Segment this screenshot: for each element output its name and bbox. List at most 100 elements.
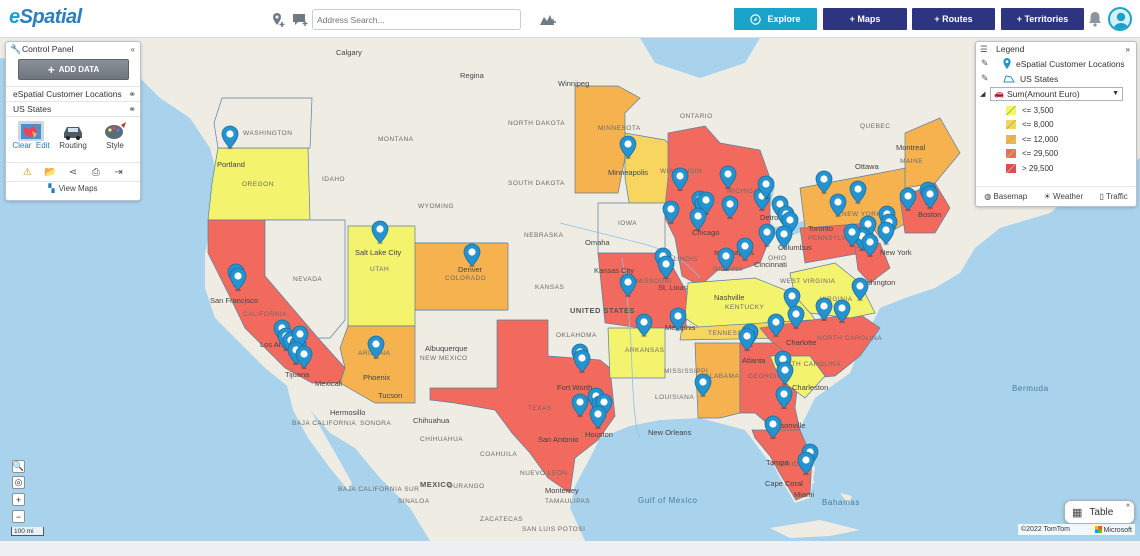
scale-bar: 100 mi: [11, 527, 44, 536]
customer-location-pin[interactable]: [829, 193, 847, 218]
customer-location-pin[interactable]: [797, 451, 815, 476]
customer-location-pin[interactable]: [221, 125, 239, 150]
basemap-button[interactable]: ◍ Basemap: [984, 192, 1027, 201]
address-search-input[interactable]: [312, 9, 521, 30]
customer-location-pin[interactable]: [861, 233, 879, 258]
clear-edit-tool[interactable]: Clear Edit: [11, 121, 51, 156]
map-canvas[interactable]: UNITED STATES MEXICO WASHINGTON OREGON I…: [0, 38, 1140, 541]
customer-location-pin[interactable]: [921, 185, 939, 210]
customer-location-pins: [221, 125, 939, 476]
link-icon[interactable]: ⚭: [128, 104, 136, 115]
footer-strip: [0, 541, 1140, 556]
customer-location-pin[interactable]: [721, 195, 739, 220]
customer-location-pin[interactable]: [815, 170, 833, 195]
microsoft-logo-icon: [1094, 525, 1102, 533]
customer-location-pin[interactable]: [571, 393, 589, 418]
customer-location-pin[interactable]: [736, 237, 754, 262]
customer-location-pin[interactable]: [463, 243, 481, 268]
add-maps-button[interactable]: + Maps: [823, 8, 907, 30]
legend-layer-us-states[interactable]: ✎ US States: [976, 71, 1136, 86]
customer-location-pin[interactable]: [589, 405, 607, 430]
layer-us-states[interactable]: US States ⚭: [6, 101, 140, 116]
legend-class-3: <= 12,000: [976, 132, 1136, 147]
comment-icon[interactable]: [289, 9, 310, 30]
customer-location-pin[interactable]: [689, 207, 707, 232]
list-icon: ☰: [980, 43, 988, 54]
customer-location-pin[interactable]: [849, 180, 867, 205]
warning-icon[interactable]: ⚠: [21, 167, 33, 178]
customer-location-pin[interactable]: [662, 200, 680, 225]
customer-location-pin[interactable]: [775, 225, 793, 250]
edit-link[interactable]: Edit: [36, 141, 50, 150]
customer-location-pin[interactable]: [738, 327, 756, 352]
customer-location-pin[interactable]: [669, 307, 687, 332]
customer-location-pin[interactable]: [877, 221, 895, 246]
collapse-icon[interactable]: «: [131, 45, 135, 54]
weather-button[interactable]: ☀ Weather: [1044, 192, 1084, 201]
customer-location-pin[interactable]: [573, 349, 591, 374]
car-icon: [64, 127, 82, 140]
customer-location-pin[interactable]: [367, 335, 385, 360]
customer-location-pin[interactable]: [851, 277, 869, 302]
customer-location-pin[interactable]: [671, 167, 689, 192]
legend-measure-row: ◢ 🚗 Sum(Amount Euro) ▼: [976, 86, 1136, 101]
espatial-logo[interactable]: eSpatial: [9, 6, 82, 29]
customer-location-pin[interactable]: [776, 361, 794, 386]
customer-location-pin[interactable]: [295, 345, 313, 370]
customer-location-pin[interactable]: [619, 135, 637, 160]
customer-location-pin[interactable]: [767, 313, 785, 338]
polygon-icon: [1003, 74, 1015, 82]
add-territories-button[interactable]: + Territories: [1001, 8, 1084, 30]
zoom-out-button[interactable]: −: [12, 510, 25, 523]
customer-location-pin[interactable]: [833, 299, 851, 324]
customer-location-pin[interactable]: [758, 223, 776, 248]
view-maps-link[interactable]: ▚ View Maps: [6, 181, 140, 195]
export-icon[interactable]: ⇥: [113, 167, 125, 178]
layer-customer-locations[interactable]: eSpatial Customer Locations ⚭: [6, 86, 140, 101]
triangle-down-icon[interactable]: ◢: [980, 90, 990, 98]
customer-location-pin[interactable]: [717, 247, 735, 272]
add-pin-icon[interactable]: [268, 9, 289, 30]
customer-location-pin[interactable]: [635, 313, 653, 338]
link-icon[interactable]: ⚭: [128, 89, 136, 100]
customer-location-pin[interactable]: [371, 220, 389, 245]
user-avatar[interactable]: [1108, 7, 1132, 31]
add-data-button[interactable]: + ADD DATA: [18, 59, 129, 80]
control-panel-header: 🔧 Control Panel «: [10, 43, 135, 55]
zoom-to-extent-icon[interactable]: 🔍: [12, 460, 25, 473]
customer-location-pin[interactable]: [775, 385, 793, 410]
folder-icon[interactable]: 📂: [44, 167, 56, 178]
table-button[interactable]: ▦ Table «: [1064, 500, 1135, 524]
customer-location-pin[interactable]: [899, 187, 917, 212]
clear-link[interactable]: Clear: [12, 141, 31, 150]
brush-icon[interactable]: ✎: [981, 73, 1003, 84]
customer-location-pin[interactable]: [657, 255, 675, 280]
share-icon[interactable]: ⋖: [67, 167, 79, 178]
map-icon: ▚: [48, 184, 55, 193]
customer-location-pin[interactable]: [719, 165, 737, 190]
customer-location-pin[interactable]: [787, 305, 805, 330]
print-icon[interactable]: ⎙: [90, 167, 102, 178]
add-area-icon[interactable]: [537, 9, 558, 30]
legend-panel: ☰ Legend » ✎ eSpatial Customer Locations…: [975, 41, 1137, 207]
zoom-in-button[interactable]: +: [12, 493, 25, 506]
customer-location-pin[interactable]: [619, 273, 637, 298]
customer-location-pin[interactable]: [815, 297, 833, 322]
measure-select[interactable]: 🚗 Sum(Amount Euro) ▼: [990, 86, 1123, 101]
customer-location-pin[interactable]: [694, 373, 712, 398]
collapse-icon[interactable]: »: [1126, 45, 1130, 54]
locate-icon[interactable]: ◎: [12, 476, 25, 489]
style-tool[interactable]: Style: [95, 121, 135, 156]
customer-location-pin[interactable]: [229, 267, 247, 292]
explore-button[interactable]: Explore: [734, 8, 817, 30]
legend-layer-customer-locations[interactable]: ✎ eSpatial Customer Locations: [976, 56, 1136, 71]
bell-icon[interactable]: [1088, 11, 1102, 27]
routing-tool[interactable]: Routing: [53, 121, 93, 156]
traffic-button[interactable]: ▯ Traffic: [1100, 192, 1128, 201]
map-attribution: ©2022 TomTom Microsoft: [1018, 524, 1135, 535]
palette-icon: [105, 122, 126, 139]
add-routes-button[interactable]: + Routes: [912, 8, 995, 30]
brush-icon[interactable]: ✎: [981, 58, 1003, 69]
chevron-down-icon: ▼: [1112, 89, 1119, 97]
customer-location-pin[interactable]: [764, 415, 782, 440]
